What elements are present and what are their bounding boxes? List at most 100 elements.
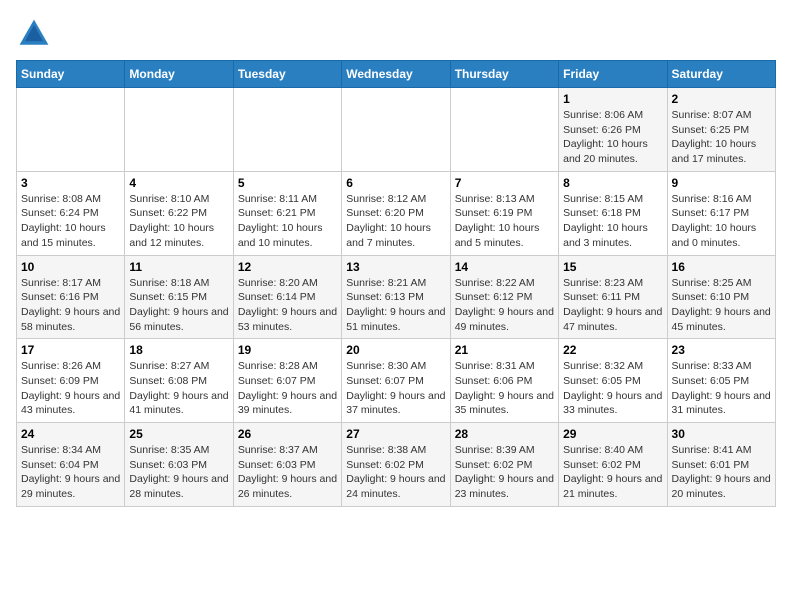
day-info: Sunrise: 8:26 AMSunset: 6:09 PMDaylight:… bbox=[21, 359, 120, 418]
day-number: 21 bbox=[455, 343, 554, 357]
day-info: Sunrise: 8:33 AMSunset: 6:05 PMDaylight:… bbox=[672, 359, 771, 418]
calendar-day: 18 Sunrise: 8:27 AMSunset: 6:08 PMDaylig… bbox=[125, 339, 233, 423]
calendar-day: 11 Sunrise: 8:18 AMSunset: 6:15 PMDaylig… bbox=[125, 255, 233, 339]
day-info: Sunrise: 8:21 AMSunset: 6:13 PMDaylight:… bbox=[346, 276, 445, 335]
day-info: Sunrise: 8:40 AMSunset: 6:02 PMDaylight:… bbox=[563, 443, 662, 502]
day-number: 10 bbox=[21, 260, 120, 274]
calendar-day: 12 Sunrise: 8:20 AMSunset: 6:14 PMDaylig… bbox=[233, 255, 341, 339]
day-info: Sunrise: 8:35 AMSunset: 6:03 PMDaylight:… bbox=[129, 443, 228, 502]
day-number: 19 bbox=[238, 343, 337, 357]
empty-cell bbox=[450, 88, 558, 172]
day-info: Sunrise: 8:17 AMSunset: 6:16 PMDaylight:… bbox=[21, 276, 120, 335]
day-number: 26 bbox=[238, 427, 337, 441]
calendar-day: 26 Sunrise: 8:37 AMSunset: 6:03 PMDaylig… bbox=[233, 423, 341, 507]
logo bbox=[16, 16, 56, 52]
calendar-day: 4 Sunrise: 8:10 AMSunset: 6:22 PMDayligh… bbox=[125, 171, 233, 255]
calendar-day: 9 Sunrise: 8:16 AMSunset: 6:17 PMDayligh… bbox=[667, 171, 775, 255]
day-number: 14 bbox=[455, 260, 554, 274]
day-info: Sunrise: 8:20 AMSunset: 6:14 PMDaylight:… bbox=[238, 276, 337, 335]
weekday-header: Tuesday bbox=[233, 61, 341, 88]
day-number: 12 bbox=[238, 260, 337, 274]
calendar-day: 13 Sunrise: 8:21 AMSunset: 6:13 PMDaylig… bbox=[342, 255, 450, 339]
calendar-day: 2 Sunrise: 8:07 AMSunset: 6:25 PMDayligh… bbox=[667, 88, 775, 172]
day-info: Sunrise: 8:18 AMSunset: 6:15 PMDaylight:… bbox=[129, 276, 228, 335]
calendar-day: 15 Sunrise: 8:23 AMSunset: 6:11 PMDaylig… bbox=[559, 255, 667, 339]
empty-cell bbox=[342, 88, 450, 172]
day-info: Sunrise: 8:16 AMSunset: 6:17 PMDaylight:… bbox=[672, 192, 771, 251]
calendar-day: 6 Sunrise: 8:12 AMSunset: 6:20 PMDayligh… bbox=[342, 171, 450, 255]
calendar-day: 16 Sunrise: 8:25 AMSunset: 6:10 PMDaylig… bbox=[667, 255, 775, 339]
weekday-header: Saturday bbox=[667, 61, 775, 88]
day-number: 1 bbox=[563, 92, 662, 106]
calendar-day: 28 Sunrise: 8:39 AMSunset: 6:02 PMDaylig… bbox=[450, 423, 558, 507]
logo-icon bbox=[16, 16, 52, 52]
calendar-header: SundayMondayTuesdayWednesdayThursdayFrid… bbox=[17, 61, 776, 88]
day-number: 4 bbox=[129, 176, 228, 190]
day-number: 8 bbox=[563, 176, 662, 190]
day-number: 18 bbox=[129, 343, 228, 357]
day-number: 29 bbox=[563, 427, 662, 441]
day-info: Sunrise: 8:28 AMSunset: 6:07 PMDaylight:… bbox=[238, 359, 337, 418]
day-number: 7 bbox=[455, 176, 554, 190]
weekday-header: Sunday bbox=[17, 61, 125, 88]
empty-cell bbox=[125, 88, 233, 172]
day-info: Sunrise: 8:38 AMSunset: 6:02 PMDaylight:… bbox=[346, 443, 445, 502]
day-number: 27 bbox=[346, 427, 445, 441]
calendar-day: 10 Sunrise: 8:17 AMSunset: 6:16 PMDaylig… bbox=[17, 255, 125, 339]
calendar-day: 24 Sunrise: 8:34 AMSunset: 6:04 PMDaylig… bbox=[17, 423, 125, 507]
day-info: Sunrise: 8:23 AMSunset: 6:11 PMDaylight:… bbox=[563, 276, 662, 335]
day-info: Sunrise: 8:25 AMSunset: 6:10 PMDaylight:… bbox=[672, 276, 771, 335]
weekday-header: Thursday bbox=[450, 61, 558, 88]
calendar-day: 29 Sunrise: 8:40 AMSunset: 6:02 PMDaylig… bbox=[559, 423, 667, 507]
day-number: 17 bbox=[21, 343, 120, 357]
day-info: Sunrise: 8:06 AMSunset: 6:26 PMDaylight:… bbox=[563, 108, 662, 167]
day-info: Sunrise: 8:32 AMSunset: 6:05 PMDaylight:… bbox=[563, 359, 662, 418]
weekday-header: Monday bbox=[125, 61, 233, 88]
day-info: Sunrise: 8:27 AMSunset: 6:08 PMDaylight:… bbox=[129, 359, 228, 418]
calendar-body: 1 Sunrise: 8:06 AMSunset: 6:26 PMDayligh… bbox=[17, 88, 776, 507]
calendar-day: 25 Sunrise: 8:35 AMSunset: 6:03 PMDaylig… bbox=[125, 423, 233, 507]
day-number: 23 bbox=[672, 343, 771, 357]
day-number: 15 bbox=[563, 260, 662, 274]
day-number: 28 bbox=[455, 427, 554, 441]
calendar-day: 22 Sunrise: 8:32 AMSunset: 6:05 PMDaylig… bbox=[559, 339, 667, 423]
calendar-day: 27 Sunrise: 8:38 AMSunset: 6:02 PMDaylig… bbox=[342, 423, 450, 507]
day-info: Sunrise: 8:10 AMSunset: 6:22 PMDaylight:… bbox=[129, 192, 228, 251]
day-info: Sunrise: 8:31 AMSunset: 6:06 PMDaylight:… bbox=[455, 359, 554, 418]
day-number: 11 bbox=[129, 260, 228, 274]
calendar-day: 20 Sunrise: 8:30 AMSunset: 6:07 PMDaylig… bbox=[342, 339, 450, 423]
weekday-header: Friday bbox=[559, 61, 667, 88]
day-info: Sunrise: 8:41 AMSunset: 6:01 PMDaylight:… bbox=[672, 443, 771, 502]
calendar-day: 30 Sunrise: 8:41 AMSunset: 6:01 PMDaylig… bbox=[667, 423, 775, 507]
day-info: Sunrise: 8:13 AMSunset: 6:19 PMDaylight:… bbox=[455, 192, 554, 251]
day-info: Sunrise: 8:07 AMSunset: 6:25 PMDaylight:… bbox=[672, 108, 771, 167]
day-info: Sunrise: 8:08 AMSunset: 6:24 PMDaylight:… bbox=[21, 192, 120, 251]
page-header bbox=[16, 16, 776, 52]
day-number: 6 bbox=[346, 176, 445, 190]
day-info: Sunrise: 8:39 AMSunset: 6:02 PMDaylight:… bbox=[455, 443, 554, 502]
calendar-table: SundayMondayTuesdayWednesdayThursdayFrid… bbox=[16, 60, 776, 507]
weekday-header: Wednesday bbox=[342, 61, 450, 88]
day-number: 13 bbox=[346, 260, 445, 274]
day-number: 20 bbox=[346, 343, 445, 357]
calendar-day: 3 Sunrise: 8:08 AMSunset: 6:24 PMDayligh… bbox=[17, 171, 125, 255]
calendar-day: 19 Sunrise: 8:28 AMSunset: 6:07 PMDaylig… bbox=[233, 339, 341, 423]
day-number: 16 bbox=[672, 260, 771, 274]
empty-cell bbox=[233, 88, 341, 172]
day-number: 9 bbox=[672, 176, 771, 190]
day-number: 30 bbox=[672, 427, 771, 441]
day-number: 3 bbox=[21, 176, 120, 190]
empty-cell bbox=[17, 88, 125, 172]
calendar-day: 1 Sunrise: 8:06 AMSunset: 6:26 PMDayligh… bbox=[559, 88, 667, 172]
calendar-day: 21 Sunrise: 8:31 AMSunset: 6:06 PMDaylig… bbox=[450, 339, 558, 423]
day-info: Sunrise: 8:22 AMSunset: 6:12 PMDaylight:… bbox=[455, 276, 554, 335]
day-info: Sunrise: 8:11 AMSunset: 6:21 PMDaylight:… bbox=[238, 192, 337, 251]
day-number: 2 bbox=[672, 92, 771, 106]
calendar-day: 14 Sunrise: 8:22 AMSunset: 6:12 PMDaylig… bbox=[450, 255, 558, 339]
calendar-day: 5 Sunrise: 8:11 AMSunset: 6:21 PMDayligh… bbox=[233, 171, 341, 255]
calendar-day: 8 Sunrise: 8:15 AMSunset: 6:18 PMDayligh… bbox=[559, 171, 667, 255]
day-info: Sunrise: 8:37 AMSunset: 6:03 PMDaylight:… bbox=[238, 443, 337, 502]
day-info: Sunrise: 8:15 AMSunset: 6:18 PMDaylight:… bbox=[563, 192, 662, 251]
day-info: Sunrise: 8:12 AMSunset: 6:20 PMDaylight:… bbox=[346, 192, 445, 251]
day-number: 5 bbox=[238, 176, 337, 190]
